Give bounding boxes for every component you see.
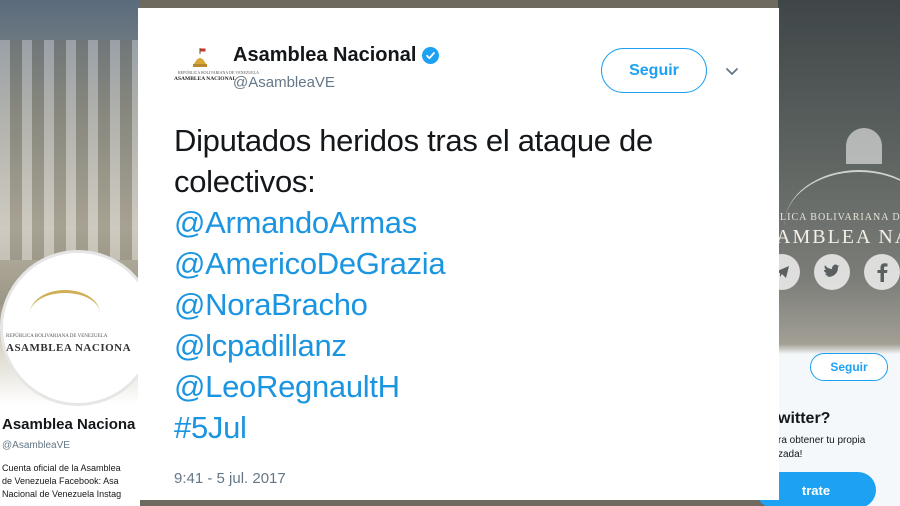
signup-text-line: zada! xyxy=(778,449,803,460)
author-name-row: Asamblea Nacional xyxy=(233,44,440,67)
right-banner-overlay: LICA BOLIVARIANA D AMBLEA NA xyxy=(776,0,900,506)
profile-name[interactable]: Asamblea Naciona xyxy=(2,416,135,433)
mention-link[interactable]: @lcpadillanz xyxy=(174,325,734,366)
author-name[interactable]: Asamblea Nacional xyxy=(233,44,416,67)
bio-line: Nacional de Venezuela Instag xyxy=(2,489,122,499)
signup-heading: witter? xyxy=(778,410,831,427)
capitol-seal-icon xyxy=(193,48,207,67)
mention-link[interactable]: @LeoRegnaultH xyxy=(174,366,734,407)
seal-title: ASAMBLEA NACIONA xyxy=(6,342,132,354)
banner-subtitle: LICA BOLIVARIANA D xyxy=(780,212,900,223)
chevron-down-icon[interactable] xyxy=(723,62,741,80)
profile-follow-button[interactable]: Seguir xyxy=(810,353,888,381)
signup-text: ra obtener tu propia zada! xyxy=(778,434,898,462)
tweet-text-line: colectivos: xyxy=(174,164,316,199)
author-handle[interactable]: @AsambleaVE xyxy=(233,74,335,91)
mention-link[interactable]: @ArmandoArmas xyxy=(174,202,734,243)
hashtag-link[interactable]: #5Jul xyxy=(174,407,734,448)
author-avatar[interactable]: REPÚBLICA BOLIVARIANA DE VENEZUELA ASAMB… xyxy=(174,44,260,96)
bio-line: de Venezuela Facebook: Asa xyxy=(2,476,119,486)
tweet-card: REPÚBLICA BOLIVARIANA DE VENEZUELA ASAMB… xyxy=(138,8,779,500)
tweet-timestamp[interactable]: 9:41 - 5 jul. 2017 xyxy=(174,470,286,487)
profile-bio: Cuenta oficial de la Asamblea de Venezue… xyxy=(2,462,138,501)
avatar-title: ASAMBLEA NACIONAL xyxy=(174,76,237,82)
banner-title: AMBLEA NA xyxy=(776,226,900,248)
follow-button[interactable]: Seguir xyxy=(601,48,707,93)
twitter-icon[interactable] xyxy=(814,254,850,290)
signup-text-line: ra obtener tu propia xyxy=(778,435,866,446)
mention-link[interactable]: @AmericoDeGrazia xyxy=(174,243,734,284)
verified-badge-icon xyxy=(422,47,440,64)
capitol-dome xyxy=(846,128,882,164)
tweet-text: Diputados heridos tras el ataque de cole… xyxy=(174,120,734,448)
mention-link[interactable]: @NoraBracho xyxy=(174,284,734,325)
facebook-icon[interactable] xyxy=(864,254,900,290)
profile-handle[interactable]: @AsambleaVE xyxy=(2,440,70,451)
tweet-text-line: Diputados heridos tras el ataque de xyxy=(174,123,653,158)
building-photo xyxy=(0,40,140,260)
seal-emblem xyxy=(30,290,100,337)
bio-line: Cuenta oficial de la Asamblea xyxy=(2,463,121,473)
seal-subtitle: REPÚBLICA BOLIVARIANA DE VENEZUELA xyxy=(6,334,108,339)
avatar-subtitle: REPÚBLICA BOLIVARIANA DE VENEZUELA xyxy=(178,70,260,75)
